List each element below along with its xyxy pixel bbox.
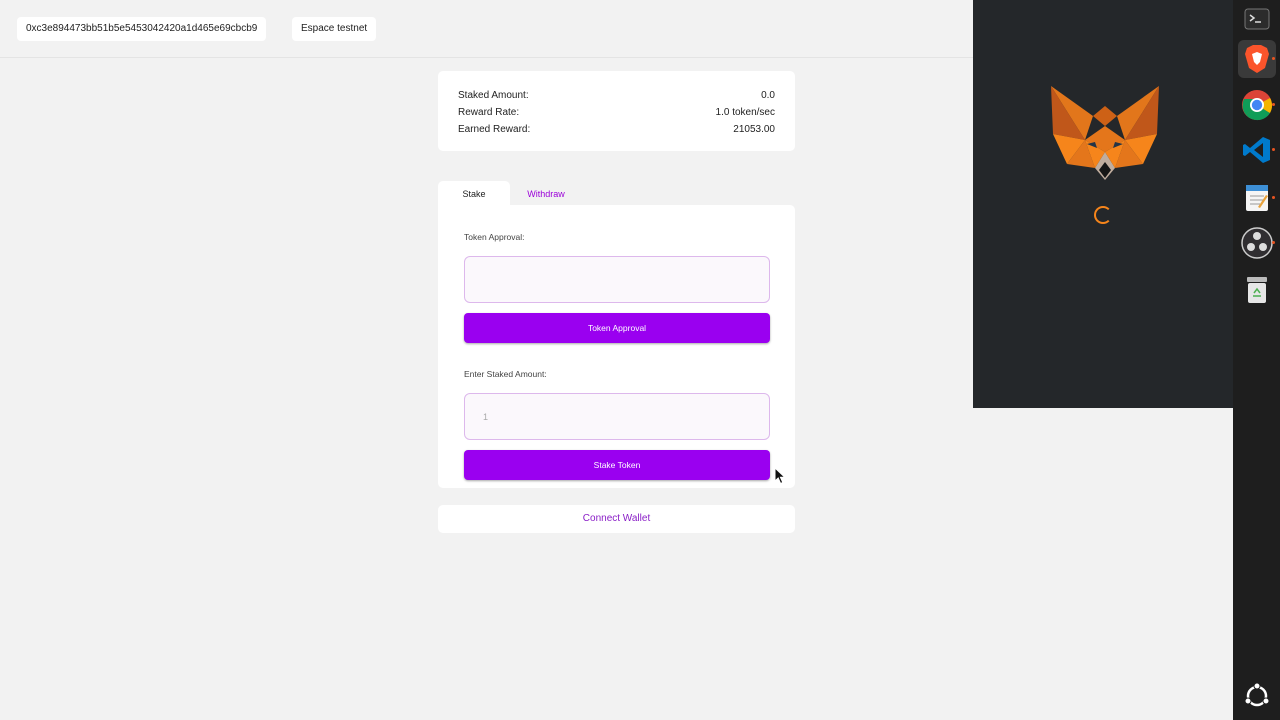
ubuntu-apps-icon[interactable] <box>1238 677 1276 715</box>
earned-reward-value: 21053.00 <box>733 124 775 135</box>
token-approval-button[interactable]: Token Approval <box>464 313 770 343</box>
earned-reward-row: Earned Reward: 21053.00 <box>458 121 775 138</box>
chrome-icon[interactable] <box>1238 86 1276 124</box>
reward-rate-row: Reward Rate: 1.0 token/sec <box>458 104 775 121</box>
obs-icon[interactable] <box>1238 224 1276 262</box>
reward-rate-label: Reward Rate: <box>458 107 520 118</box>
tab-stake[interactable]: Stake <box>438 181 510 207</box>
text-editor-icon[interactable] <box>1238 179 1276 217</box>
terminal-icon[interactable] <box>1238 0 1276 38</box>
token-approval-label: Token Approval: <box>464 232 525 242</box>
token-approval-input[interactable] <box>464 256 770 303</box>
app-dock <box>1233 0 1280 720</box>
staking-stats-card: Staked Amount: 0.0 Reward Rate: 1.0 toke… <box>438 71 795 151</box>
staked-amount-row: Staked Amount: 0.0 <box>458 87 775 104</box>
stake-amount-label: Enter Staked Amount: <box>464 369 547 379</box>
network-chip[interactable]: Espace testnet <box>292 17 377 41</box>
brave-icon[interactable] <box>1238 40 1276 78</box>
staked-amount-label: Staked Amount: <box>458 90 529 101</box>
reward-rate-value: 1.0 token/sec <box>715 107 775 118</box>
connect-wallet-button[interactable]: Connect Wallet <box>438 505 795 533</box>
earned-reward-label: Earned Reward: <box>458 124 531 135</box>
top-header: 0xc3e894473bb51b5e5453042420a1d465e69cbc… <box>0 0 973 58</box>
stake-form-card: Token Approval: Token Approval Enter Sta… <box>438 205 795 488</box>
spinner-icon <box>1094 206 1112 224</box>
stake-token-button[interactable]: Stake Token <box>464 450 770 480</box>
metamask-popup <box>973 0 1234 408</box>
stake-amount-input[interactable] <box>464 393 770 440</box>
vscode-icon[interactable] <box>1238 131 1276 169</box>
fox-icon <box>1051 86 1159 180</box>
staked-amount-value: 0.0 <box>761 90 775 101</box>
mouse-cursor-icon <box>774 467 787 485</box>
tab-withdraw[interactable]: Withdraw <box>510 181 582 207</box>
trash-icon[interactable] <box>1238 271 1276 309</box>
wallet-address-chip[interactable]: 0xc3e894473bb51b5e5453042420a1d465e69cbc… <box>17 17 267 41</box>
